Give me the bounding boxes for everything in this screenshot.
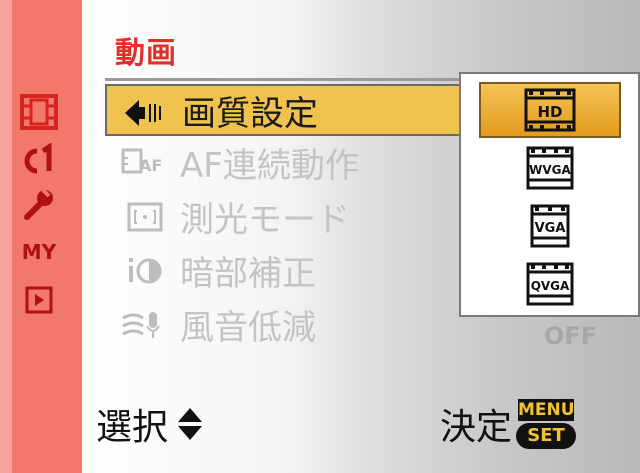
af-icon-text: AF: [139, 156, 163, 175]
option-qvga-label: QVGA: [531, 279, 570, 293]
sidebar-edge: [0, 0, 12, 473]
select-hint: 選択: [96, 398, 210, 450]
menu-item-quality[interactable]: 画質設定: [105, 84, 461, 136]
page-title: 動画: [115, 36, 177, 71]
sidebar-item-my-menu[interactable]: MY: [18, 234, 60, 270]
diamond-arrow-icon: [125, 100, 161, 126]
menu-item-wind-noise[interactable]: 風音低減: [105, 298, 461, 350]
sidebar-item-movie[interactable]: [18, 94, 60, 130]
metering-icon: [127, 202, 163, 232]
option-hd-label: HD: [537, 103, 562, 121]
menu-item-label: 暗部補正: [180, 253, 316, 294]
sidebar-item-setup[interactable]: [18, 186, 60, 222]
sidebar-item-custom[interactable]: [18, 142, 60, 178]
menu-item-shadow-correction[interactable]: 暗部補正: [105, 244, 461, 296]
shadow-correction-icon: [129, 258, 162, 284]
option-vga-label: VGA: [535, 221, 566, 236]
wrench-setup-icon: [24, 188, 53, 220]
menu-item-af-continuous[interactable]: AF AF連続動作: [105, 136, 461, 188]
menu-item-metering[interactable]: 測光モード: [105, 190, 461, 242]
sidebar-item-playback[interactable]: [18, 282, 60, 318]
menu-item-label: 画質設定: [182, 93, 318, 134]
option-hd[interactable]: HD: [479, 82, 621, 138]
wind-noise-value: OFF: [544, 322, 598, 350]
playback-icon: [25, 286, 53, 314]
wind-noise-icon: [122, 312, 160, 338]
up-down-arrows-icon: [178, 408, 203, 440]
my-menu-label: MY: [21, 240, 57, 264]
menu-item-label: 測光モード: [180, 199, 350, 240]
quality-submenu: HD WVGA VGA QVGA: [459, 72, 640, 317]
option-wvga-label: WVGA: [529, 163, 571, 177]
film-hd-icon: HD: [524, 88, 576, 132]
menu-badge-bottom: SET: [516, 423, 577, 449]
sidebar: MY: [0, 0, 82, 473]
menu-badge-top: MENU: [518, 399, 575, 421]
select-label: 選択: [96, 407, 169, 448]
menu-set-button-icon: MENU SET: [514, 399, 578, 449]
film-qvga-icon: QVGA: [526, 262, 574, 306]
film-vga-icon: VGA: [530, 204, 570, 248]
option-qvga[interactable]: QVGA: [479, 256, 621, 312]
menu-item-label: 風音低減: [180, 307, 316, 348]
confirm-hint: 決定 MENU SET: [440, 398, 578, 450]
film-wvga-icon: WVGA: [526, 146, 574, 190]
custom-c1-icon: [24, 143, 52, 174]
option-vga[interactable]: VGA: [479, 198, 621, 254]
option-wvga[interactable]: WVGA: [479, 140, 621, 196]
menu-item-label: AF連続動作: [180, 145, 359, 186]
movie-film-icon: [20, 94, 58, 130]
confirm-label: 決定: [440, 407, 513, 448]
